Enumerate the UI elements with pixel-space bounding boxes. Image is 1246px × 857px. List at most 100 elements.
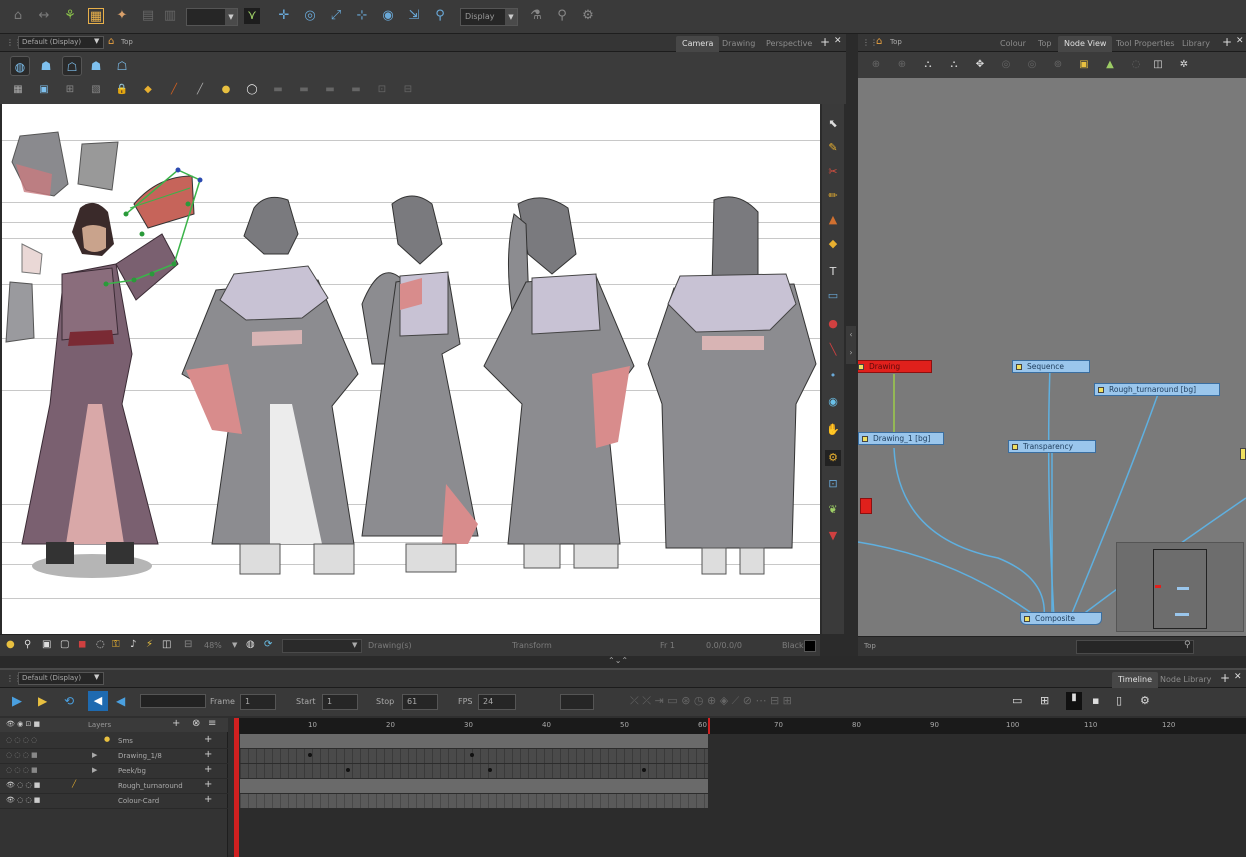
tab-node-library[interactable]: Node Library: [1154, 672, 1217, 688]
mode-icon[interactable]: ▥: [162, 8, 178, 24]
light-table-toggle-icon[interactable]: ▮: [1066, 692, 1082, 710]
rotate-icon[interactable]: ◎: [302, 8, 318, 24]
sound-status-icon[interactable]: ♪: [130, 639, 136, 650]
hand-icon[interactable]: ✋: [825, 422, 841, 438]
eraser-icon[interactable]: ◆: [825, 236, 841, 252]
keyframe-dot[interactable]: [346, 768, 350, 772]
add-icon[interactable]: +: [204, 764, 212, 775]
splitter-handle-icon[interactable]: ⌃⌄⌃: [608, 656, 628, 665]
frame-icon[interactable]: ▣: [42, 639, 51, 650]
flash-icon[interactable]: ⚡: [146, 639, 153, 650]
horizontal-splitter[interactable]: ⌃⌄⌃: [0, 656, 1246, 668]
sound-scrub-icon[interactable]: ◀: [116, 694, 125, 708]
paint-icon[interactable]: ●: [825, 316, 841, 332]
layer-row[interactable]: 👁 ◌ ◌ ■ Colour-Card +: [0, 794, 228, 809]
node-transparency[interactable]: Transparency: [1008, 440, 1096, 453]
add-icon[interactable]: +: [204, 794, 212, 805]
record-icon[interactable]: ◼: [78, 639, 86, 650]
colour-swatch[interactable]: [804, 640, 816, 652]
add-view-icon[interactable]: +: [1220, 671, 1230, 685]
sound-icon[interactable]: ◀: [88, 691, 108, 711]
paint-bucket-icon[interactable]: ◉: [825, 394, 841, 410]
rigging-tool-icon[interactable]: ⚙: [825, 450, 841, 466]
film-icon[interactable]: ▭: [1012, 694, 1022, 707]
layer-visibility-icons[interactable]: 👁 ◌ ◌ ■: [6, 781, 40, 789]
tab-camera[interactable]: Camera: [676, 36, 720, 52]
chevron-down-icon[interactable]: ▼: [94, 673, 99, 681]
select-icon[interactable]: ⌂: [10, 8, 26, 24]
rotate-view-icon[interactable]: ⟳: [264, 639, 272, 650]
timeline-tool-icons[interactable]: ⤫ ⤫ ⇥ ▭ ⊛ ◷ ⊕ ◈ ⟋ ⊘ ⋯ ⊟ ⊞: [630, 694, 792, 708]
frame-row-peg[interactable]: [240, 764, 708, 778]
line-icon[interactable]: ╱: [190, 80, 210, 100]
move-icon[interactable]: ✛: [276, 8, 292, 24]
playhead[interactable]: [234, 718, 239, 857]
composite-node-icon[interactable]: ▲: [1100, 55, 1120, 75]
camera-status-icon[interactable]: ◫: [162, 639, 171, 650]
close-icon[interactable]: ✕: [834, 36, 842, 46]
keyframe-dot[interactable]: [488, 768, 492, 772]
onion-skin-icon[interactable]: ☗: [36, 56, 56, 76]
frame-field[interactable]: 1: [240, 694, 276, 710]
add-drawing-icon[interactable]: ▪: [1092, 694, 1099, 707]
fit-icon[interactable]: ⊟: [398, 80, 418, 100]
layer-menu-icon[interactable]: ≡: [208, 718, 216, 729]
node-tool-icon-6[interactable]: ◌: [1126, 55, 1146, 75]
breadcrumb[interactable]: Top: [121, 38, 133, 46]
flip-icon[interactable]: ⚗: [528, 8, 544, 24]
render-icon[interactable]: ☖: [112, 56, 132, 76]
rotation-field[interactable]: [282, 639, 362, 653]
add-layer-icon[interactable]: +: [172, 718, 180, 729]
chevron-down-icon[interactable]: ▼: [232, 641, 237, 649]
toolbar-combo[interactable]: ▼: [186, 8, 238, 26]
node-sequence[interactable]: Sequence: [1012, 360, 1090, 373]
layer-row[interactable]: ◌ ◌ ◌ ◌ Sms ● +: [0, 734, 228, 749]
start-field[interactable]: 1: [322, 694, 358, 710]
pin-icon[interactable]: ⚲: [24, 639, 31, 650]
lock-icon[interactable]: 🔒: [112, 80, 132, 100]
pencil-icon[interactable]: ╱: [164, 80, 184, 100]
layer-row[interactable]: ◌ ◌ ◌ ■ ▶ Peek/bg +: [0, 764, 228, 779]
play-selection-icon[interactable]: ▶: [38, 694, 47, 708]
stroke-icon[interactable]: •: [825, 368, 841, 384]
strip-icon-2[interactable]: ▬: [294, 80, 314, 100]
add-icon[interactable]: +: [204, 779, 212, 790]
light-table-icon[interactable]: ☖: [62, 56, 82, 76]
node-view-canvas[interactable]: Drawing Drawing_1 [bg] Sequence Transpar…: [858, 78, 1246, 636]
timeline-frames[interactable]: 10 20 30 40 50 60 70 80 90 100 110 120: [234, 718, 1246, 857]
settings-node-icon[interactable]: ✲: [1174, 55, 1194, 75]
maximize-icon[interactable]: ⇲: [406, 8, 422, 24]
expand-icon[interactable]: ▶: [92, 766, 97, 774]
frame-ruler[interactable]: 10 20 30 40 50 60 70 80 90 100 110 120: [234, 718, 1246, 734]
safe-area-icon[interactable]: ▣: [34, 80, 54, 100]
node-tool-icon-4[interactable]: ◎: [1022, 55, 1042, 75]
render-node-icon[interactable]: ◫: [1148, 55, 1168, 75]
layer-visibility-icons[interactable]: ◌ ◌ ◌ ■: [6, 751, 38, 759]
strip-icon-3[interactable]: ▬: [320, 80, 340, 100]
magic-icon[interactable]: ✦: [114, 8, 130, 24]
bulb-icon[interactable]: ●: [6, 639, 15, 650]
home-icon[interactable]: ⌂: [876, 36, 882, 47]
layer-visibility-icons[interactable]: 👁 ◌ ◌ ■: [6, 796, 40, 804]
bucket-tool-icon[interactable]: ▼: [825, 528, 841, 544]
layer-props-icon[interactable]: ⊞: [1040, 694, 1049, 707]
contour-editor-icon[interactable]: ✎: [825, 140, 841, 156]
node-search-input[interactable]: [1076, 640, 1194, 654]
expand-icon[interactable]: ▶: [92, 751, 97, 759]
speed-slider[interactable]: [140, 694, 206, 708]
brush-icon[interactable]: ⚲: [432, 8, 448, 24]
node-rough-turnaround[interactable]: Rough_turnaround [bg]: [1094, 383, 1220, 396]
add-view-icon[interactable]: +: [820, 35, 830, 49]
strip-icon-1[interactable]: ▬: [268, 80, 288, 100]
lock-status-icon[interactable]: ⚿: [112, 639, 120, 650]
frame-row-sms[interactable]: [240, 734, 708, 748]
deformer-icon[interactable]: ⋎: [244, 8, 260, 24]
tab-top[interactable]: Top: [1032, 36, 1058, 52]
node-navigator[interactable]: [1116, 542, 1244, 632]
layer-filter-combo[interactable]: [560, 694, 594, 710]
bucket-icon[interactable]: ◆: [138, 80, 158, 100]
group-icon[interactable]: ⛬: [944, 55, 964, 75]
drawing-canvas[interactable]: [2, 104, 820, 634]
timeline-view-selector[interactable]: Default (Display): [18, 672, 104, 685]
zoom-icon[interactable]: ⊡: [372, 80, 392, 100]
